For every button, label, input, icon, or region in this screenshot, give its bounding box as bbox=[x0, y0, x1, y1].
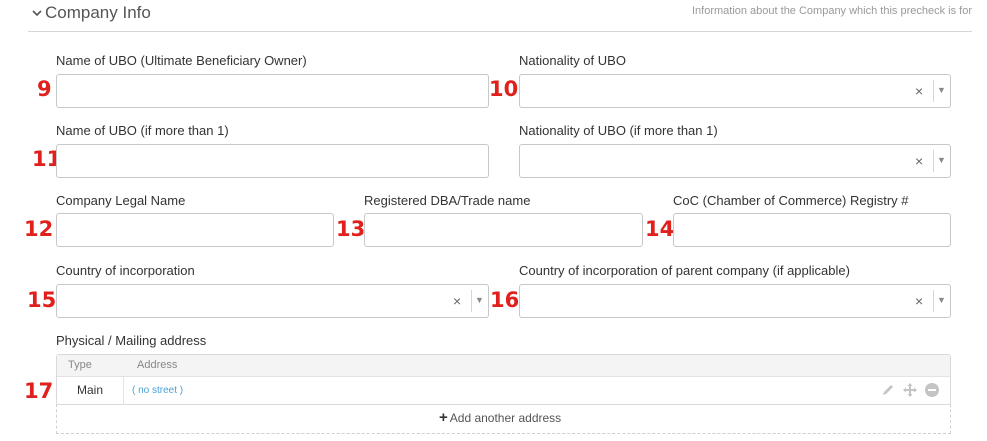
country-inc-parent-label: Country of incorporation of parent compa… bbox=[519, 263, 850, 278]
marker-16: 16 bbox=[490, 288, 520, 312]
section-description: Information about the Company which this… bbox=[691, 5, 972, 17]
column-address-header: Address bbox=[137, 359, 178, 371]
ubo-nationality-label: Nationality of UBO bbox=[519, 53, 626, 68]
ubo-nationality-2-label: Nationality of UBO (if more than 1) bbox=[519, 123, 718, 138]
ubo-name-2-input[interactable] bbox=[56, 144, 489, 178]
add-address-label: Add another address bbox=[449, 411, 562, 425]
dba-name-input[interactable] bbox=[364, 213, 643, 247]
ubo-nationality-2-select[interactable]: × ▼ bbox=[519, 144, 951, 178]
coc-registry-label: CoC (Chamber of Commerce) Registry # bbox=[673, 193, 909, 208]
dropdown-arrow-icon[interactable]: ▼ bbox=[937, 295, 946, 305]
plus-icon: + bbox=[439, 409, 448, 426]
clear-icon[interactable]: × bbox=[915, 83, 923, 99]
country-inc-label: Country of incorporation bbox=[56, 263, 195, 278]
marker-9: 9 bbox=[37, 77, 52, 101]
ubo-name-input[interactable] bbox=[56, 74, 489, 108]
column-type-header: Type bbox=[68, 359, 92, 371]
dropdown-arrow-icon[interactable]: ▼ bbox=[937, 85, 946, 95]
address-street-link[interactable]: ( no street ) bbox=[132, 385, 183, 396]
country-inc-parent-select[interactable]: × ▼ bbox=[519, 284, 951, 318]
address-type-cell: Main bbox=[57, 377, 124, 405]
marker-17: 17 bbox=[24, 379, 54, 403]
dropdown-arrow-icon[interactable]: ▼ bbox=[937, 155, 946, 165]
select-divider bbox=[933, 80, 934, 102]
legal-name-input[interactable] bbox=[56, 213, 334, 247]
country-inc-select[interactable]: × ▼ bbox=[56, 284, 489, 318]
remove-icon[interactable] bbox=[924, 382, 940, 403]
chevron-down-icon[interactable] bbox=[30, 6, 44, 20]
ubo-nationality-select[interactable]: × ▼ bbox=[519, 74, 951, 108]
coc-registry-input[interactable] bbox=[673, 213, 951, 247]
marker-10: 10 bbox=[489, 77, 519, 101]
marker-13: 13 bbox=[336, 217, 366, 241]
address-table: Type Address Main ( no street ) bbox=[56, 354, 951, 405]
clear-icon[interactable]: × bbox=[453, 293, 461, 309]
address-label: Physical / Mailing address bbox=[56, 333, 207, 348]
dba-name-label: Registered DBA/Trade name bbox=[364, 193, 531, 208]
dropdown-arrow-icon[interactable]: ▼ bbox=[475, 295, 484, 305]
table-row[interactable]: Main ( no street ) bbox=[57, 377, 950, 405]
add-address-button[interactable]: + Add another address bbox=[439, 409, 561, 426]
address-table-header: Type Address bbox=[57, 355, 950, 377]
row-actions bbox=[880, 382, 940, 400]
marker-12: 12 bbox=[24, 217, 54, 241]
section-header[interactable]: Company Info Information about the Compa… bbox=[28, 0, 972, 32]
marker-15: 15 bbox=[27, 288, 57, 312]
ubo-name-2-label: Name of UBO (if more than 1) bbox=[56, 123, 229, 138]
select-divider bbox=[471, 290, 472, 312]
section-title: Company Info bbox=[45, 3, 151, 22]
select-divider bbox=[933, 290, 934, 312]
clear-icon[interactable]: × bbox=[915, 153, 923, 169]
clear-icon[interactable]: × bbox=[915, 293, 923, 309]
ubo-name-label: Name of UBO (Ultimate Beneficiary Owner) bbox=[56, 53, 307, 68]
add-address-zone: + Add another address bbox=[56, 404, 951, 434]
legal-name-label: Company Legal Name bbox=[56, 193, 186, 208]
select-divider bbox=[933, 150, 934, 172]
pencil-icon[interactable] bbox=[880, 382, 896, 403]
marker-14: 14 bbox=[645, 217, 675, 241]
move-icon[interactable] bbox=[902, 382, 918, 403]
